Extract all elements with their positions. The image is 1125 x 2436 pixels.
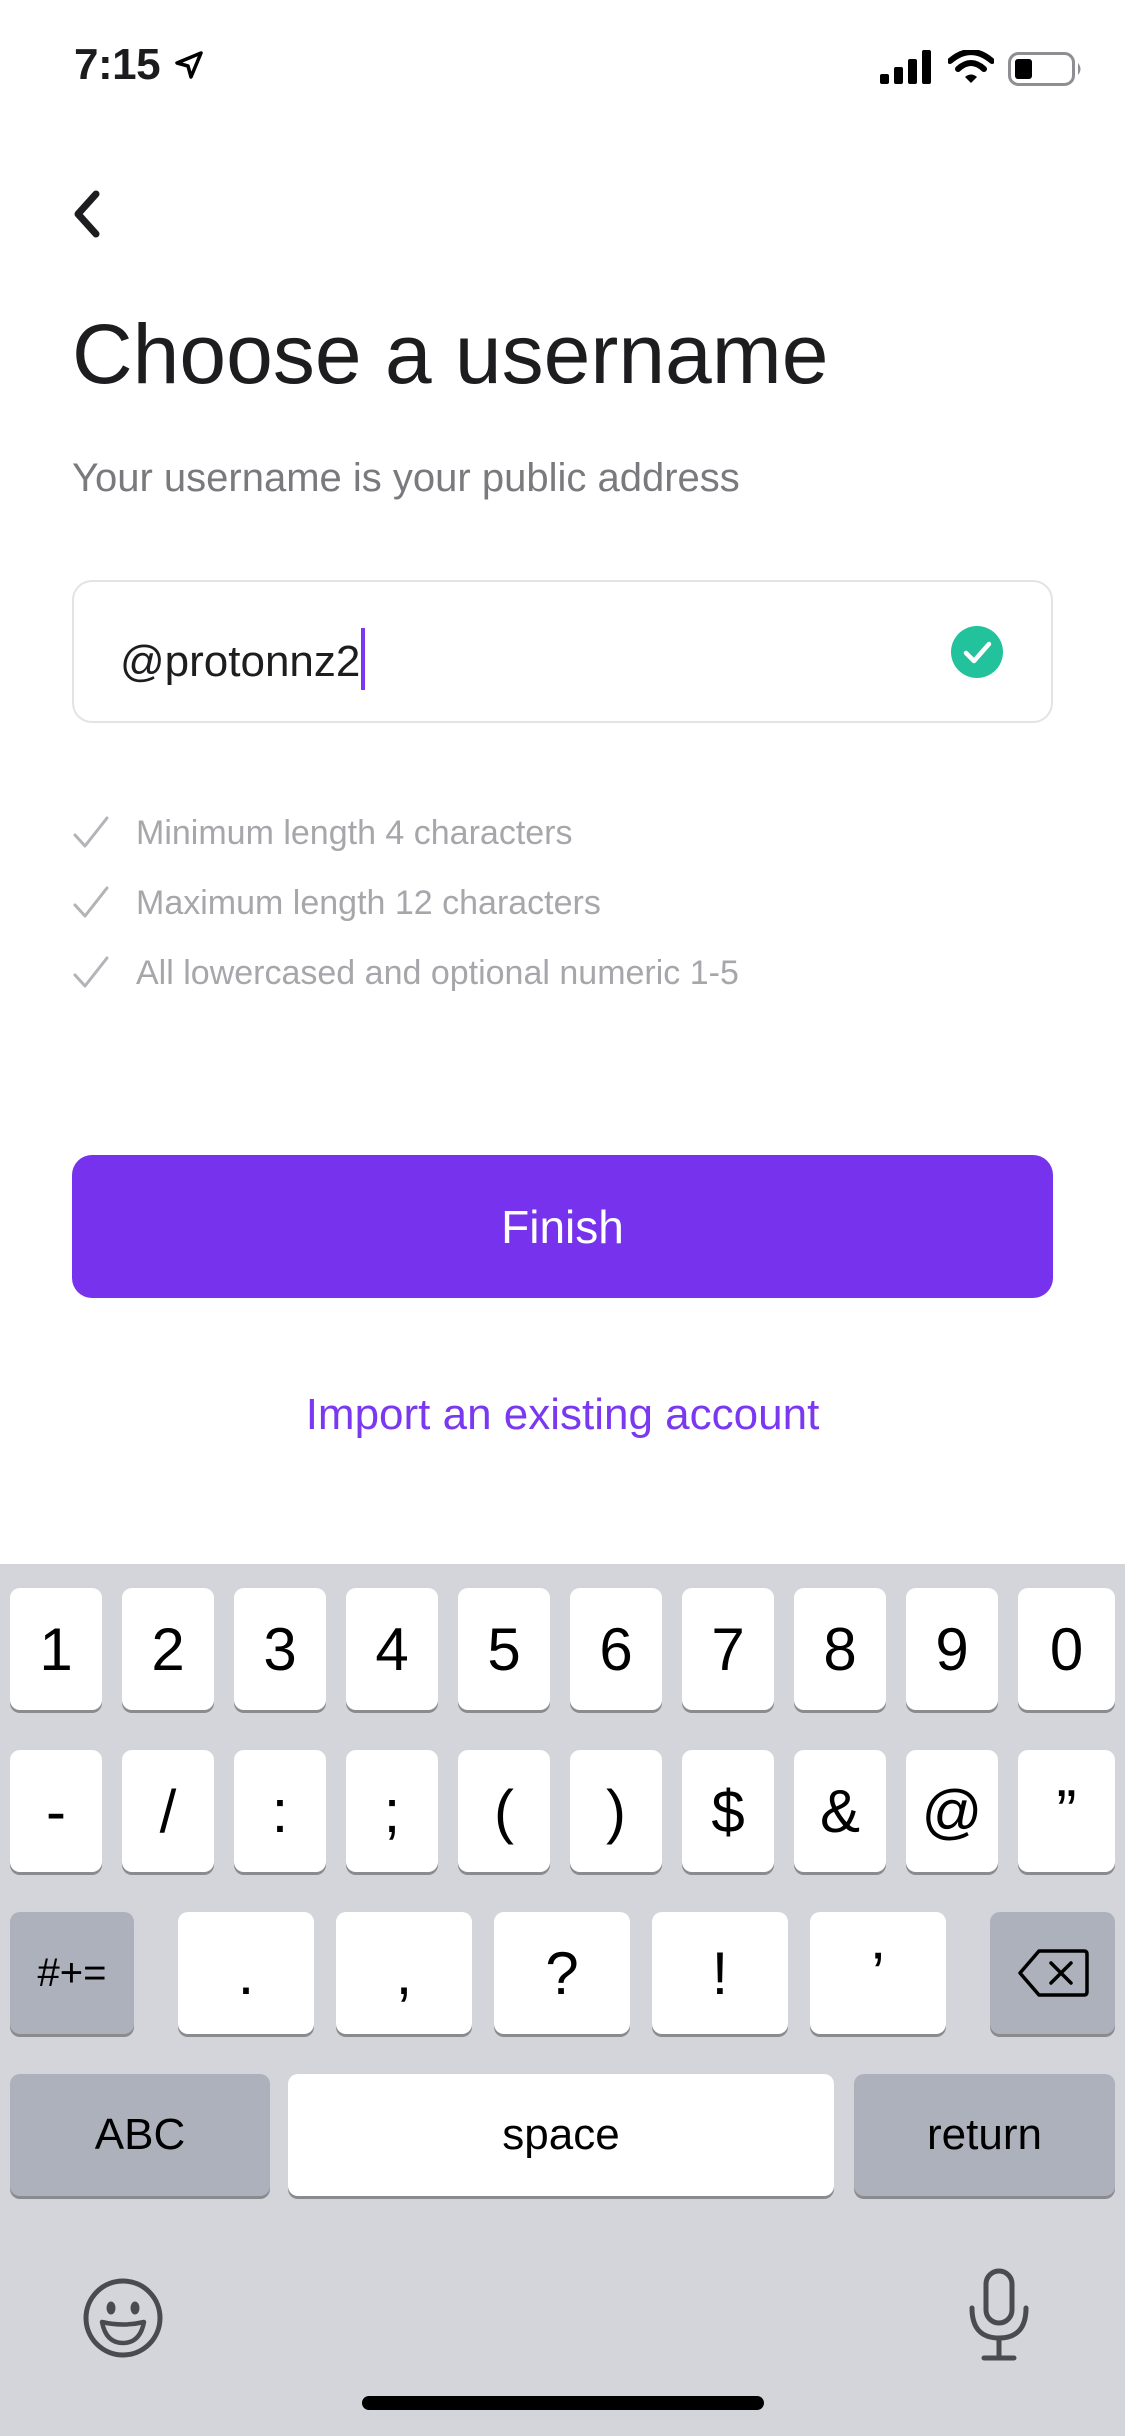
- key-comma[interactable]: ,: [336, 1912, 472, 2034]
- key-colon[interactable]: :: [234, 1750, 326, 1872]
- page-title: Choose a username: [72, 307, 829, 401]
- key-quote[interactable]: ”: [1018, 1750, 1115, 1872]
- key-7[interactable]: 7: [682, 1588, 774, 1710]
- key-open-paren[interactable]: (: [458, 1750, 550, 1872]
- key-2[interactable]: 2: [122, 1588, 214, 1710]
- key-abc[interactable]: ABC: [10, 2074, 270, 2196]
- key-apostrophe[interactable]: ’: [810, 1912, 946, 2034]
- key-1[interactable]: 1: [10, 1588, 102, 1710]
- check-icon: [73, 816, 109, 848]
- text-caret: [361, 628, 366, 690]
- finish-button[interactable]: Finish: [72, 1155, 1053, 1298]
- username-input[interactable]: @protonnz2: [72, 580, 1053, 723]
- key-more-symbols[interactable]: #+=: [10, 1912, 134, 2034]
- key-6[interactable]: 6: [570, 1588, 662, 1710]
- key-9[interactable]: 9: [906, 1588, 998, 1710]
- key-question[interactable]: ?: [494, 1912, 630, 2034]
- rule-item: Maximum length 12 characters: [72, 868, 739, 938]
- check-icon: [73, 956, 109, 988]
- keyboard: 1 2 3 4 5 6 7 8 9 0 - / : ; ( ) $ & @ ” …: [0, 1564, 1125, 2436]
- chevron-left-icon: [74, 190, 100, 238]
- page-subtitle: Your username is your public address: [72, 456, 740, 500]
- key-0[interactable]: 0: [1018, 1588, 1115, 1710]
- location-arrow-icon: [175, 51, 203, 79]
- back-button[interactable]: [60, 170, 150, 260]
- rule-item: All lowercased and optional numeric 1-5: [72, 938, 739, 1008]
- key-ampersand[interactable]: &: [794, 1750, 886, 1872]
- key-8[interactable]: 8: [794, 1588, 886, 1710]
- key-slash[interactable]: /: [122, 1750, 214, 1872]
- key-dollar[interactable]: $: [682, 1750, 774, 1872]
- check-circle-icon: [951, 626, 1003, 678]
- backspace-icon: [1017, 1949, 1089, 1997]
- home-indicator: [362, 2396, 764, 2410]
- key-3[interactable]: 3: [234, 1588, 326, 1710]
- status-bar: 7:15: [0, 0, 1125, 132]
- wifi-icon: [948, 50, 994, 83]
- emoji-icon[interactable]: [82, 2277, 164, 2359]
- key-semicolon[interactable]: ;: [346, 1750, 438, 1872]
- rule-label: Minimum length 4 characters: [136, 813, 573, 852]
- key-period[interactable]: .: [178, 1912, 314, 2034]
- key-4[interactable]: 4: [346, 1588, 438, 1710]
- delete-key[interactable]: [990, 1912, 1115, 2034]
- rule-label: Maximum length 12 characters: [136, 883, 601, 922]
- username-input-value: @protonnz2: [120, 628, 366, 690]
- battery-icon: [1008, 52, 1081, 86]
- key-exclamation[interactable]: !: [652, 1912, 788, 2034]
- username-rules-list: Minimum length 4 characters Maximum leng…: [72, 798, 739, 1008]
- check-icon: [73, 886, 109, 918]
- username-text: @protonnz2: [120, 637, 361, 686]
- rule-item: Minimum length 4 characters: [72, 798, 739, 868]
- cellular-signal-icon: [880, 50, 931, 84]
- key-hyphen[interactable]: -: [10, 1750, 102, 1872]
- import-account-link[interactable]: Import an existing account: [0, 1390, 1125, 1440]
- key-at[interactable]: @: [906, 1750, 998, 1872]
- rule-label: All lowercased and optional numeric 1-5: [136, 953, 739, 992]
- key-space[interactable]: space: [288, 2074, 834, 2196]
- key-return[interactable]: return: [854, 2074, 1115, 2196]
- key-close-paren[interactable]: ): [570, 1750, 662, 1872]
- microphone-icon[interactable]: [966, 2268, 1032, 2364]
- key-5[interactable]: 5: [458, 1588, 550, 1710]
- status-time: 7:15: [74, 40, 161, 89]
